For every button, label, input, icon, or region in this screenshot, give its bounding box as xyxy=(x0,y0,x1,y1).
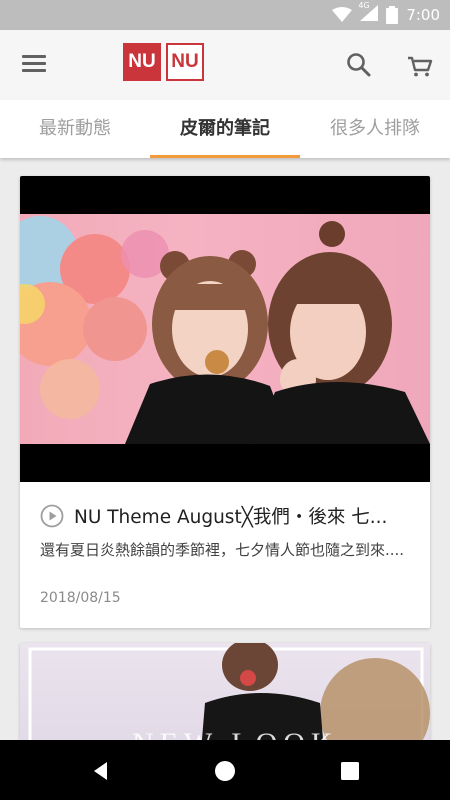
tab-bar: 最新動態 皮爾的筆記 很多人排隊 xyxy=(0,100,450,158)
status-time: 7:00 xyxy=(406,6,440,24)
post-card[interactable]: NU Theme August╳我們・後來 七... 還有夏日炎熱餘韻的季節裡，… xyxy=(20,176,430,628)
signal-icon: 4G xyxy=(358,1,379,25)
active-tab-indicator xyxy=(150,155,300,158)
wifi-icon xyxy=(332,7,353,22)
battery-icon xyxy=(386,6,399,24)
search-icon[interactable] xyxy=(344,50,374,80)
cart-icon[interactable] xyxy=(405,50,435,80)
video-thumbnail[interactable] xyxy=(20,176,430,482)
back-icon[interactable] xyxy=(88,758,114,784)
play-icon xyxy=(40,504,64,528)
tab-latest-news[interactable]: 最新動態 xyxy=(0,100,150,158)
home-icon[interactable] xyxy=(212,758,238,784)
network-type-label: 4G xyxy=(358,1,370,10)
post-description: 還有夏日炎熱餘韻的季節裡，七夕情人節也隨之到來.... xyxy=(40,541,405,559)
tab-pier-notes[interactable]: 皮爾的筆記 xyxy=(150,100,300,158)
tab-queue[interactable]: 很多人排隊 xyxy=(300,100,450,158)
status-bar: 4G 7:00 xyxy=(0,0,450,30)
app-logo[interactable]: NU NU xyxy=(123,43,204,81)
logo-left-box: NU xyxy=(123,43,161,81)
app-toolbar: NU NU xyxy=(0,30,450,100)
logo-right-box: NU xyxy=(166,43,204,81)
recents-icon[interactable] xyxy=(337,758,363,784)
post-title-row[interactable]: NU Theme August╳我們・後來 七... xyxy=(40,502,415,530)
video-frame-image xyxy=(20,214,430,444)
post-date: 2018/08/15 xyxy=(40,590,121,606)
menu-icon[interactable] xyxy=(20,52,48,76)
system-nav-bar xyxy=(0,740,450,800)
post-title: NU Theme August╳我們・後來 七... xyxy=(74,507,388,528)
